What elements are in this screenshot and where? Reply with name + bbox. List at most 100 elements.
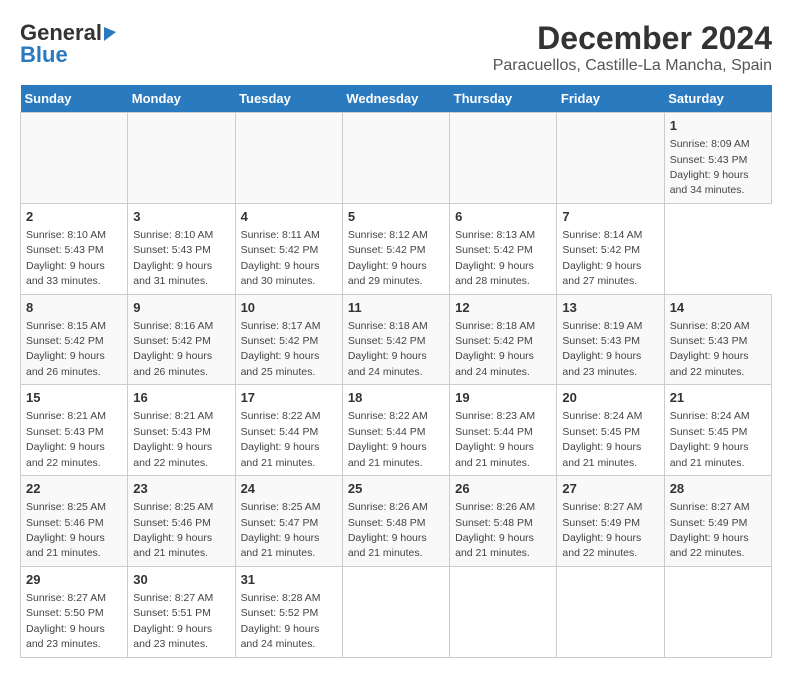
day-number: 9 — [133, 299, 229, 317]
calendar-table: SundayMondayTuesdayWednesdayThursdayFrid… — [20, 85, 772, 658]
calendar-header-monday: Monday — [128, 85, 235, 113]
day-info: Sunrise: 8:27 AMSunset: 5:49 PMDaylight:… — [670, 501, 750, 559]
calendar-day-14: 14 Sunrise: 8:20 AMSunset: 5:43 PMDayligh… — [664, 294, 771, 385]
day-number: 20 — [562, 389, 658, 407]
empty-cell — [21, 113, 128, 204]
day-info: Sunrise: 8:10 AMSunset: 5:43 PMDaylight:… — [133, 229, 213, 287]
day-number: 18 — [348, 389, 444, 407]
day-info: Sunrise: 8:21 AMSunset: 5:43 PMDaylight:… — [26, 410, 106, 468]
day-info: Sunrise: 8:14 AMSunset: 5:42 PMDaylight:… — [562, 229, 642, 287]
day-info: Sunrise: 8:15 AMSunset: 5:42 PMDaylight:… — [26, 320, 106, 378]
day-info: Sunrise: 8:22 AMSunset: 5:44 PMDaylight:… — [348, 410, 428, 468]
day-number: 8 — [26, 299, 122, 317]
calendar-day-5: 5 Sunrise: 8:12 AMSunset: 5:42 PMDaylight… — [342, 203, 449, 294]
day-number: 21 — [670, 389, 766, 407]
day-info: Sunrise: 8:28 AMSunset: 5:52 PMDaylight:… — [241, 592, 321, 650]
day-number: 31 — [241, 571, 337, 589]
calendar-day-27: 27Sunrise: 8:27 AMSunset: 5:49 PMDayligh… — [557, 476, 664, 567]
calendar-day-23: 23Sunrise: 8:25 AMSunset: 5:46 PMDayligh… — [128, 476, 235, 567]
logo: General Blue — [20, 20, 116, 68]
month-title: December 2024 — [493, 20, 772, 57]
day-number: 19 — [455, 389, 551, 407]
calendar-header-sunday: Sunday — [21, 85, 128, 113]
calendar-day-20: 20 Sunrise: 8:24 AMSunset: 5:45 PMDayligh… — [557, 385, 664, 476]
empty-cell — [557, 113, 664, 204]
day-info: Sunrise: 8:17 AMSunset: 5:42 PMDaylight:… — [241, 320, 321, 378]
day-number: 1 — [670, 117, 766, 135]
calendar-week-3: 8 Sunrise: 8:15 AMSunset: 5:42 PMDaylight… — [21, 294, 772, 385]
day-number: 12 — [455, 299, 551, 317]
day-info: Sunrise: 8:25 AMSunset: 5:46 PMDaylight:… — [26, 501, 106, 559]
day-number: 14 — [670, 299, 766, 317]
day-number: 30 — [133, 571, 229, 589]
calendar-day-13: 13 Sunrise: 8:19 AMSunset: 5:43 PMDayligh… — [557, 294, 664, 385]
day-info: Sunrise: 8:24 AMSunset: 5:45 PMDaylight:… — [562, 410, 642, 468]
day-number: 7 — [562, 208, 658, 226]
day-info: Sunrise: 8:16 AMSunset: 5:42 PMDaylight:… — [133, 320, 213, 378]
calendar-day-18: 18 Sunrise: 8:22 AMSunset: 5:44 PMDayligh… — [342, 385, 449, 476]
calendar-day-2: 2 Sunrise: 8:10 AMSunset: 5:43 PMDaylight… — [21, 203, 128, 294]
day-number: 2 — [26, 208, 122, 226]
day-number: 22 — [26, 480, 122, 498]
calendar-header-tuesday: Tuesday — [235, 85, 342, 113]
calendar-week-1: 1 Sunrise: 8:09 AMSunset: 5:43 PMDaylight… — [21, 113, 772, 204]
day-number: 26 — [455, 480, 551, 498]
day-number: 5 — [348, 208, 444, 226]
day-info: Sunrise: 8:27 AMSunset: 5:50 PMDaylight:… — [26, 592, 106, 650]
day-info: Sunrise: 8:12 AMSunset: 5:42 PMDaylight:… — [348, 229, 428, 287]
calendar-day-9: 9 Sunrise: 8:16 AMSunset: 5:42 PMDaylight… — [128, 294, 235, 385]
day-number: 24 — [241, 480, 337, 498]
day-info: Sunrise: 8:27 AMSunset: 5:51 PMDaylight:… — [133, 592, 213, 650]
calendar-header-saturday: Saturday — [664, 85, 771, 113]
calendar-day-3: 3Sunrise: 8:10 AMSunset: 5:43 PMDaylight… — [128, 203, 235, 294]
day-number: 11 — [348, 299, 444, 317]
calendar-day-22: 22 Sunrise: 8:25 AMSunset: 5:46 PMDayligh… — [21, 476, 128, 567]
day-info: Sunrise: 8:18 AMSunset: 5:42 PMDaylight:… — [348, 320, 428, 378]
day-info: Sunrise: 8:09 AMSunset: 5:43 PMDaylight:… — [670, 138, 750, 196]
day-info: Sunrise: 8:27 AMSunset: 5:49 PMDaylight:… — [562, 501, 642, 559]
title-section: December 2024 Paracuellos, Castille-La M… — [493, 20, 772, 75]
calendar-day-16: 16 Sunrise: 8:21 AMSunset: 5:43 PMDayligh… — [128, 385, 235, 476]
calendar-day-17: 17Sunrise: 8:22 AMSunset: 5:44 PMDayligh… — [235, 385, 342, 476]
calendar-day-7: 7 Sunrise: 8:14 AMSunset: 5:42 PMDaylight… — [557, 203, 664, 294]
day-number: 10 — [241, 299, 337, 317]
day-info: Sunrise: 8:18 AMSunset: 5:42 PMDaylight:… — [455, 320, 535, 378]
day-number: 23 — [133, 480, 229, 498]
calendar-day-12: 12 Sunrise: 8:18 AMSunset: 5:42 PMDayligh… — [450, 294, 557, 385]
day-info: Sunrise: 8:21 AMSunset: 5:43 PMDaylight:… — [133, 410, 213, 468]
logo-arrow-icon — [104, 25, 116, 41]
empty-cell — [128, 113, 235, 204]
day-info: Sunrise: 8:20 AMSunset: 5:43 PMDaylight:… — [670, 320, 750, 378]
calendar-header-row: SundayMondayTuesdayWednesdayThursdayFrid… — [21, 85, 772, 113]
calendar-day-19: 19Sunrise: 8:23 AMSunset: 5:44 PMDayligh… — [450, 385, 557, 476]
calendar-day-1: 1 Sunrise: 8:09 AMSunset: 5:43 PMDaylight… — [664, 113, 771, 204]
day-info: Sunrise: 8:10 AMSunset: 5:43 PMDaylight:… — [26, 229, 106, 287]
calendar-header-friday: Friday — [557, 85, 664, 113]
calendar-week-5: 22 Sunrise: 8:25 AMSunset: 5:46 PMDayligh… — [21, 476, 772, 567]
day-number: 15 — [26, 389, 122, 407]
calendar-day-6: 6Sunrise: 8:13 AMSunset: 5:42 PMDaylight… — [450, 203, 557, 294]
logo-blue-text: Blue — [20, 42, 68, 68]
calendar-day-4: 4 Sunrise: 8:11 AMSunset: 5:42 PMDaylight… — [235, 203, 342, 294]
day-number: 4 — [241, 208, 337, 226]
day-info: Sunrise: 8:25 AMSunset: 5:47 PMDaylight:… — [241, 501, 321, 559]
page-header: General Blue December 2024 Paracuellos, … — [20, 20, 772, 75]
calendar-week-4: 15 Sunrise: 8:21 AMSunset: 5:43 PMDayligh… — [21, 385, 772, 476]
empty-cell — [450, 113, 557, 204]
calendar-header-thursday: Thursday — [450, 85, 557, 113]
day-info: Sunrise: 8:19 AMSunset: 5:43 PMDaylight:… — [562, 320, 642, 378]
day-number: 25 — [348, 480, 444, 498]
calendar-header-wednesday: Wednesday — [342, 85, 449, 113]
calendar-day-11: 11 Sunrise: 8:18 AMSunset: 5:42 PMDayligh… — [342, 294, 449, 385]
calendar-day-10: 10 Sunrise: 8:17 AMSunset: 5:42 PMDayligh… — [235, 294, 342, 385]
calendar-day-24: 24 Sunrise: 8:25 AMSunset: 5:47 PMDayligh… — [235, 476, 342, 567]
location-subtitle: Paracuellos, Castille-La Mancha, Spain — [493, 57, 772, 75]
day-info: Sunrise: 8:24 AMSunset: 5:45 PMDaylight:… — [670, 410, 750, 468]
day-info: Sunrise: 8:11 AMSunset: 5:42 PMDaylight:… — [241, 229, 320, 287]
day-number: 13 — [562, 299, 658, 317]
day-number: 16 — [133, 389, 229, 407]
calendar-day-25: 25Sunrise: 8:26 AMSunset: 5:48 PMDayligh… — [342, 476, 449, 567]
calendar-week-2: 2 Sunrise: 8:10 AMSunset: 5:43 PMDaylight… — [21, 203, 772, 294]
day-info: Sunrise: 8:13 AMSunset: 5:42 PMDaylight:… — [455, 229, 535, 287]
calendar-day-15: 15 Sunrise: 8:21 AMSunset: 5:43 PMDayligh… — [21, 385, 128, 476]
